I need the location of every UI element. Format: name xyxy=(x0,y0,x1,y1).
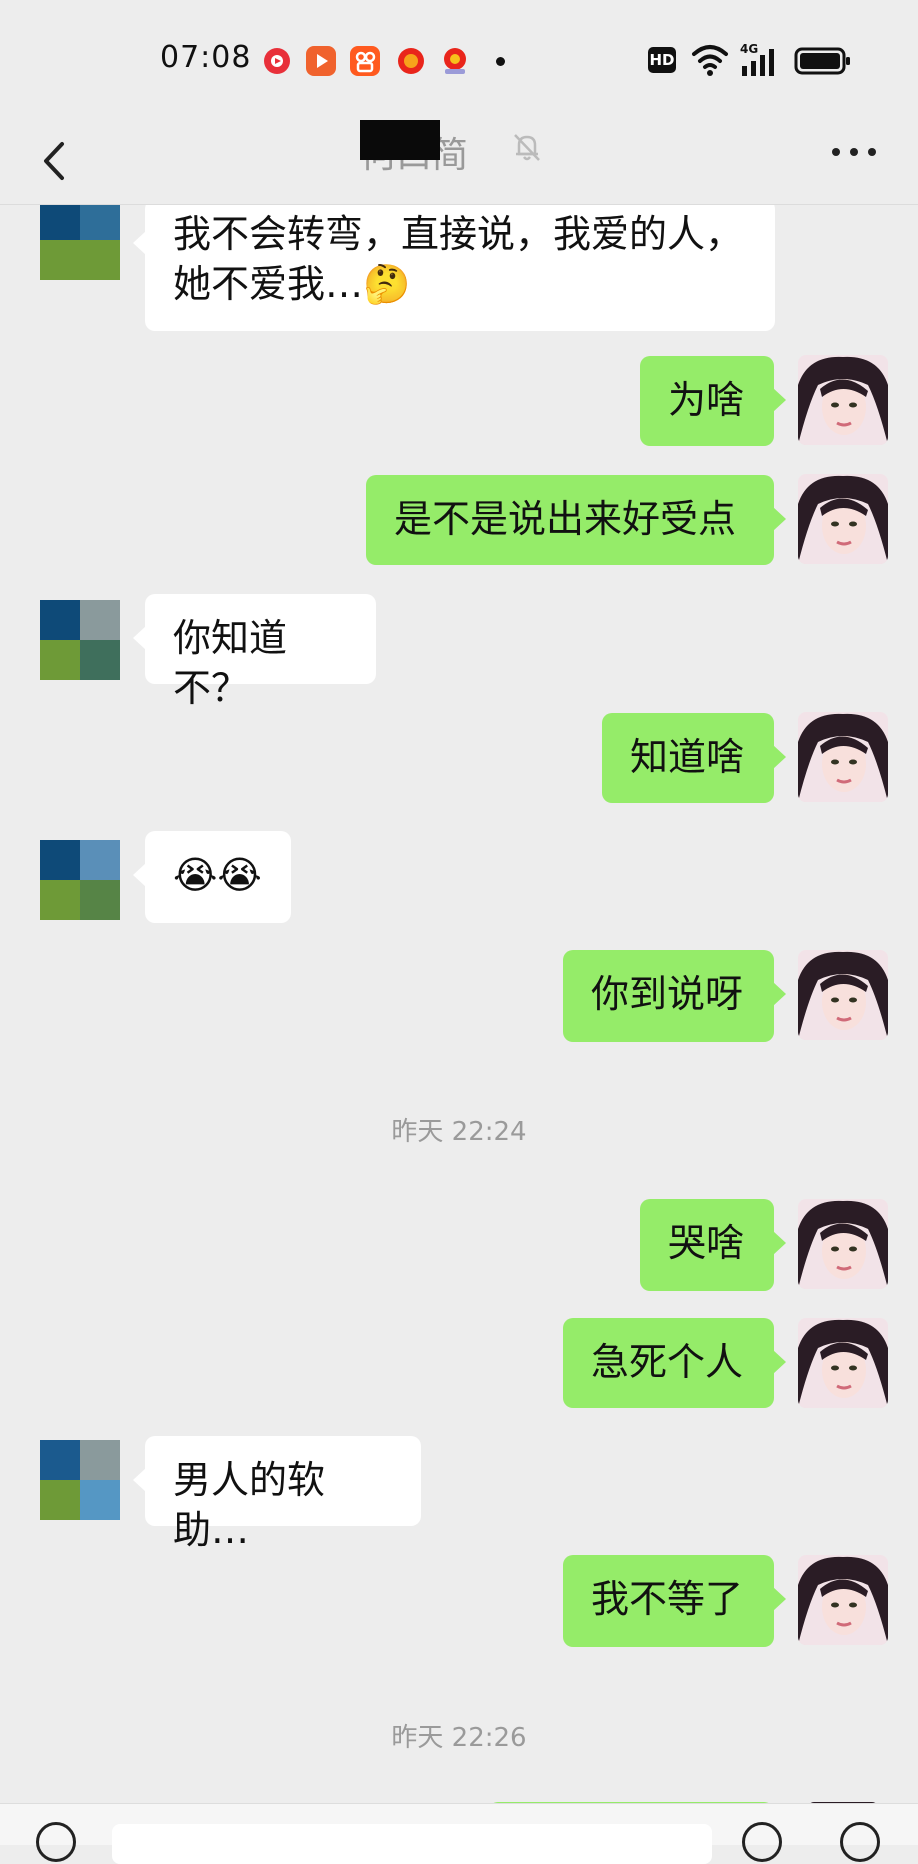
lottery-app-icon xyxy=(440,46,470,76)
status-time: 07:08 xyxy=(160,40,252,75)
my-avatar[interactable] xyxy=(798,355,888,445)
outgoing-message[interactable]: 知道啥 xyxy=(602,713,786,803)
hd-badge: HD xyxy=(648,47,676,73)
contact-avatar[interactable] xyxy=(40,840,120,920)
incoming-message[interactable]: 你知道不？ xyxy=(133,594,376,710)
mute-bell-icon xyxy=(510,130,544,164)
kuaishou-app-icon xyxy=(350,46,380,76)
battery-icon xyxy=(794,46,852,76)
my-avatar[interactable] xyxy=(798,1318,888,1408)
status-bar: 07:08 HD 4G xyxy=(0,0,918,120)
signal-icon xyxy=(740,48,780,78)
title-redaction xyxy=(360,120,440,160)
my-avatar[interactable] xyxy=(798,1199,888,1289)
emoji-icon[interactable] xyxy=(742,1822,782,1862)
plus-icon[interactable] xyxy=(840,1822,880,1862)
chat-header: 何口简 xyxy=(0,120,918,205)
message-timestamp: 昨天 22:24 xyxy=(391,1117,527,1147)
voice-icon[interactable] xyxy=(36,1822,76,1862)
contact-avatar[interactable] xyxy=(40,1440,120,1520)
outgoing-message[interactable]: 为啥 xyxy=(640,356,786,446)
my-avatar[interactable] xyxy=(798,474,888,564)
wifi-icon xyxy=(690,42,730,78)
incoming-message[interactable]: 我不会转弯，直接说，我爱的人， 她不爱我…🤔 xyxy=(133,205,775,331)
incoming-message[interactable]: 😭😭 xyxy=(133,831,291,923)
outgoing-message[interactable]: 我不等了 xyxy=(563,1555,786,1647)
my-avatar[interactable] xyxy=(798,712,888,802)
outgoing-message[interactable]: 你到说呀 xyxy=(563,950,786,1042)
message-input[interactable] xyxy=(112,1824,712,1864)
my-avatar[interactable] xyxy=(798,950,888,1040)
notification-dot xyxy=(496,57,505,66)
outgoing-message[interactable]: 是不是说出来好受点 xyxy=(366,475,786,565)
incoming-message[interactable]: 男人的软助… xyxy=(133,1436,421,1552)
video-app-icon xyxy=(262,46,292,76)
contact-avatar[interactable] xyxy=(40,600,120,680)
outgoing-message[interactable]: 急死个人 xyxy=(563,1318,786,1408)
input-toolbar xyxy=(0,1803,918,1864)
outgoing-message[interactable]: 哭啥 xyxy=(640,1199,786,1291)
more-icon[interactable] xyxy=(830,142,878,156)
my-avatar[interactable] xyxy=(798,1555,888,1645)
play-app-icon xyxy=(306,46,336,76)
back-arrow-icon[interactable] xyxy=(38,136,78,186)
contact-avatar[interactable] xyxy=(40,205,120,280)
message-timestamp: 昨天 22:26 xyxy=(391,1723,527,1753)
shopping-app-icon xyxy=(396,46,426,76)
chat-message-list[interactable]: 我不会转弯，直接说，我爱的人， 她不爱我…🤔 为啥 是不是说出来好受点 你知道不… xyxy=(0,205,918,1803)
